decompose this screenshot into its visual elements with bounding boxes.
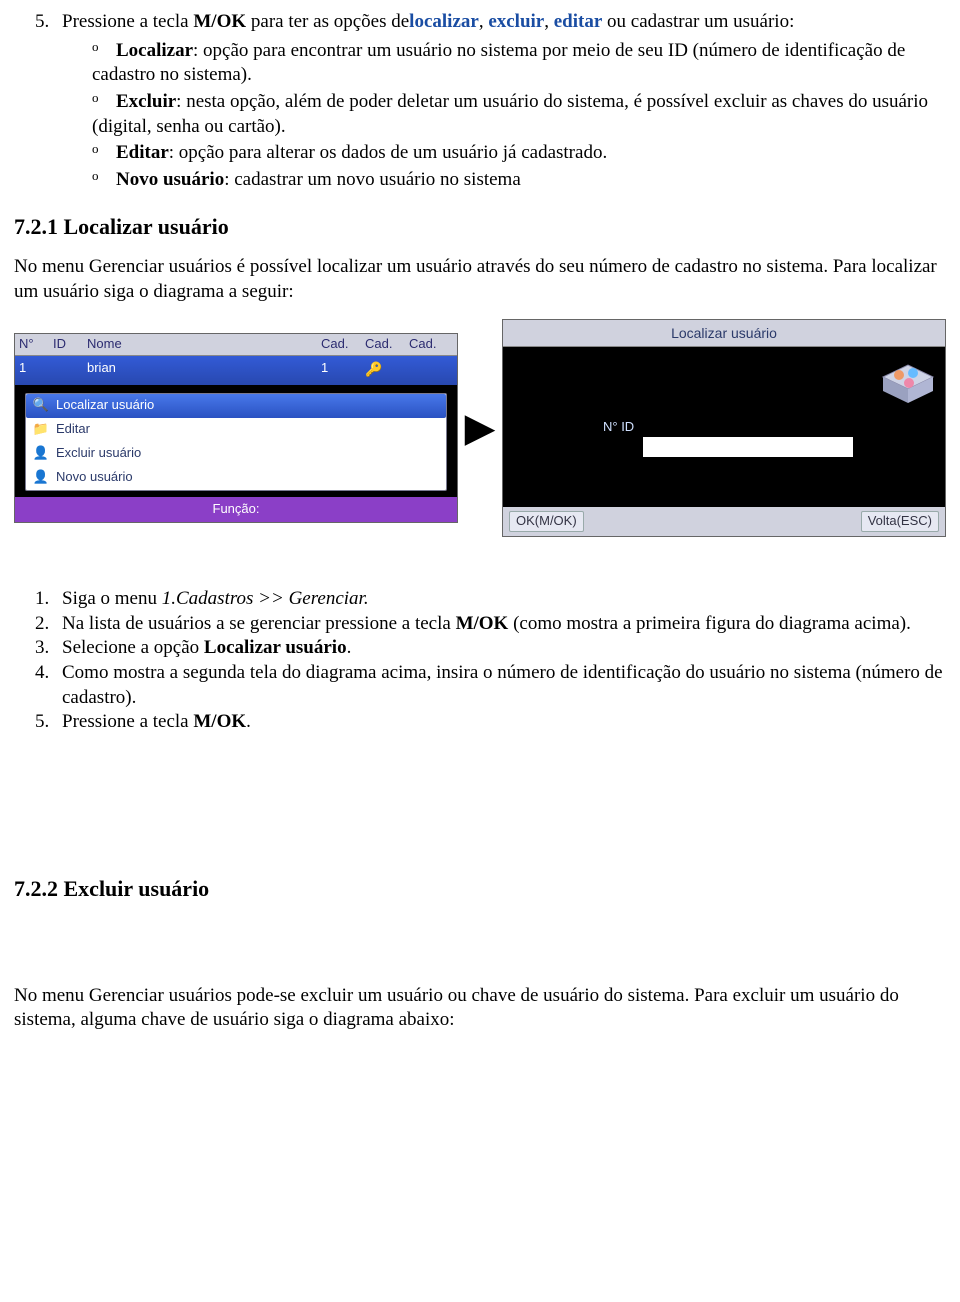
step5-key: M/OK: [193, 11, 246, 32]
folder-icon: 📁: [32, 421, 50, 439]
section-721-heading: 7.2.1 Localizar usuário: [14, 213, 946, 242]
menu-item-editar[interactable]: 📁 Editar: [26, 418, 446, 442]
step5-opt-editar: editar: [554, 11, 603, 32]
steps-list: Siga o menu 1.Cadastros >> Gerenciar. Na…: [54, 587, 946, 735]
title-bar-right: Localizar usuário: [503, 320, 945, 347]
step5-tail: ou cadastrar um usuário:: [602, 11, 794, 32]
user-add-icon: 👤: [32, 469, 50, 487]
step5-opt-excluir: excluir: [488, 11, 544, 32]
menu-item-excluir[interactable]: 👤 Excluir usuário: [26, 442, 446, 466]
section-721-intro: No menu Gerenciar usuários é possível lo…: [14, 255, 946, 304]
step5-mid: para ter as opções de: [246, 11, 409, 32]
users-cube-icon: [881, 357, 935, 405]
diagram-721: N° ID Nome Cad. Cad. Cad. 1 brian 1 🔑 🔍 …: [14, 319, 946, 537]
menu-item-localizar[interactable]: 🔍 Localizar usuário: [26, 394, 446, 418]
context-menu: 🔍 Localizar usuário 📁 Editar 👤 Excluir u…: [25, 393, 447, 491]
sub-excluir: oExcluir: nesta opção, além de poder del…: [92, 90, 946, 139]
device-screen-right: Localizar usuário N° ID OK(M/OK) Volta(E…: [502, 319, 946, 537]
status-bar-left: Função:: [15, 497, 457, 522]
device-screen-left: N° ID Nome Cad. Cad. Cad. 1 brian 1 🔑 🔍 …: [14, 333, 458, 523]
sub-localizar: oLocalizar: opção para encontrar um usuá…: [92, 39, 946, 88]
step-5: Pressione a tecla M/OK para ter as opçõe…: [54, 10, 946, 193]
step5-opt-localizar: localizar: [409, 11, 479, 32]
step-2: Na lista de usuários a se gerenciar pres…: [54, 612, 946, 637]
table-row[interactable]: 1 brian 1 🔑: [15, 356, 457, 385]
step-1: Siga o menu 1.Cadastros >> Gerenciar.: [54, 587, 946, 612]
step-3: Selecione a opção Localizar usuário.: [54, 636, 946, 661]
id-label: N° ID: [603, 419, 634, 436]
ok-button[interactable]: OK(M/OK): [509, 511, 584, 532]
step-5-list: Pressione a tecla M/OK para ter as opçõe…: [54, 10, 946, 193]
back-button[interactable]: Volta(ESC): [861, 511, 939, 532]
key-icon: 🔑: [365, 361, 382, 377]
step5-pre: Pressione a tecla: [62, 11, 193, 32]
sub-option-list: oLocalizar: opção para encontrar um usuá…: [92, 39, 946, 193]
step-5b: Pressione a tecla M/OK.: [54, 710, 946, 735]
search-icon: 🔍: [32, 397, 50, 415]
sub-novo: oNovo usuário: cadastrar um novo usuário…: [92, 168, 946, 193]
footer-bar-right: OK(M/OK) Volta(ESC): [503, 507, 945, 536]
screen-body: N° ID: [503, 347, 945, 507]
step-4: Como mostra a segunda tela do diagrama a…: [54, 661, 946, 710]
sub-editar: oEditar: opção para alterar os dados de …: [92, 141, 946, 166]
table-header: N° ID Nome Cad. Cad. Cad.: [15, 334, 457, 356]
user-delete-icon: 👤: [32, 445, 50, 463]
id-input[interactable]: [643, 437, 853, 457]
section-722-heading: 7.2.2 Excluir usuário: [14, 875, 946, 904]
arrow-right-icon: ▶: [460, 402, 500, 454]
section-722-intro: No menu Gerenciar usuários pode-se exclu…: [14, 984, 946, 1033]
menu-item-novo[interactable]: 👤 Novo usuário: [26, 466, 446, 490]
